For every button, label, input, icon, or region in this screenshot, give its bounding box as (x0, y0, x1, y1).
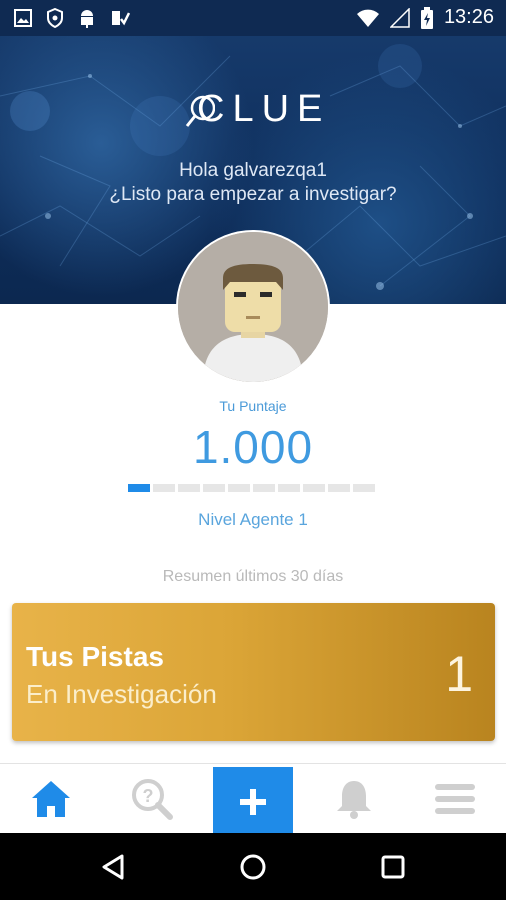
wifi-icon (356, 9, 379, 27)
tab-notifications[interactable] (314, 764, 394, 834)
clues-card[interactable]: Tus Pistas En Investigación 1 (12, 603, 495, 741)
add-button[interactable] (213, 767, 293, 837)
system-nav-bar (0, 833, 506, 900)
card-count: 1 (445, 646, 473, 702)
nav-recents-button[interactable] (353, 833, 433, 900)
nav-back-button[interactable] (73, 833, 153, 900)
card-subtitle: En Investigación (26, 679, 217, 709)
status-time: 13:26 (443, 6, 494, 28)
home-circle-icon (240, 854, 266, 879)
tab-home[interactable] (11, 764, 91, 834)
progress-segment (178, 484, 200, 492)
svg-text:?: ? (143, 786, 154, 806)
level-progress-bar (128, 484, 375, 492)
tab-search[interactable]: ? (112, 764, 192, 834)
progress-segment (153, 484, 175, 492)
progress-segment (253, 484, 275, 492)
progress-segment (303, 484, 325, 492)
progress-segment (278, 484, 300, 492)
progress-segment (203, 484, 225, 492)
bell-icon (337, 781, 371, 819)
add-icon (240, 789, 266, 815)
image-icon (14, 9, 32, 27)
signal-icon (389, 7, 410, 28)
greeting-question: ¿Listo para empezar a investigar? (109, 184, 397, 205)
tab-menu[interactable] (415, 764, 495, 834)
recents-icon (381, 855, 405, 878)
android-icon (81, 10, 93, 28)
status-bar: 13:26 (0, 0, 506, 36)
user-avatar-icon (178, 232, 328, 382)
back-icon (102, 854, 124, 879)
greeting-name: Hola galvarezqa1 (179, 160, 327, 181)
clue-logo: CLUE (185, 88, 325, 136)
app-check-icon (112, 11, 130, 26)
avatar[interactable] (176, 230, 330, 384)
battery-icon (420, 6, 433, 29)
score-value: 1.000 (192, 421, 314, 473)
nav-home-button[interactable] (213, 833, 293, 900)
search-question-icon: ? (132, 779, 173, 820)
progress-segment (128, 484, 150, 492)
summary-label: Resumen últimos 30 días (162, 568, 344, 585)
shield-icon (47, 8, 63, 28)
progress-segment (353, 484, 375, 492)
progress-segment (328, 484, 350, 492)
home-icon (32, 781, 70, 817)
card-title: Tus Pistas (26, 641, 164, 672)
bottom-tab-bar: ? (0, 763, 506, 837)
logo-text: CLUE (197, 88, 331, 130)
score-label: Tu Puntaje (219, 398, 287, 414)
menu-icon (435, 784, 475, 814)
agent-level: Nivel Agente 1 (198, 510, 308, 529)
progress-segment (228, 484, 250, 492)
